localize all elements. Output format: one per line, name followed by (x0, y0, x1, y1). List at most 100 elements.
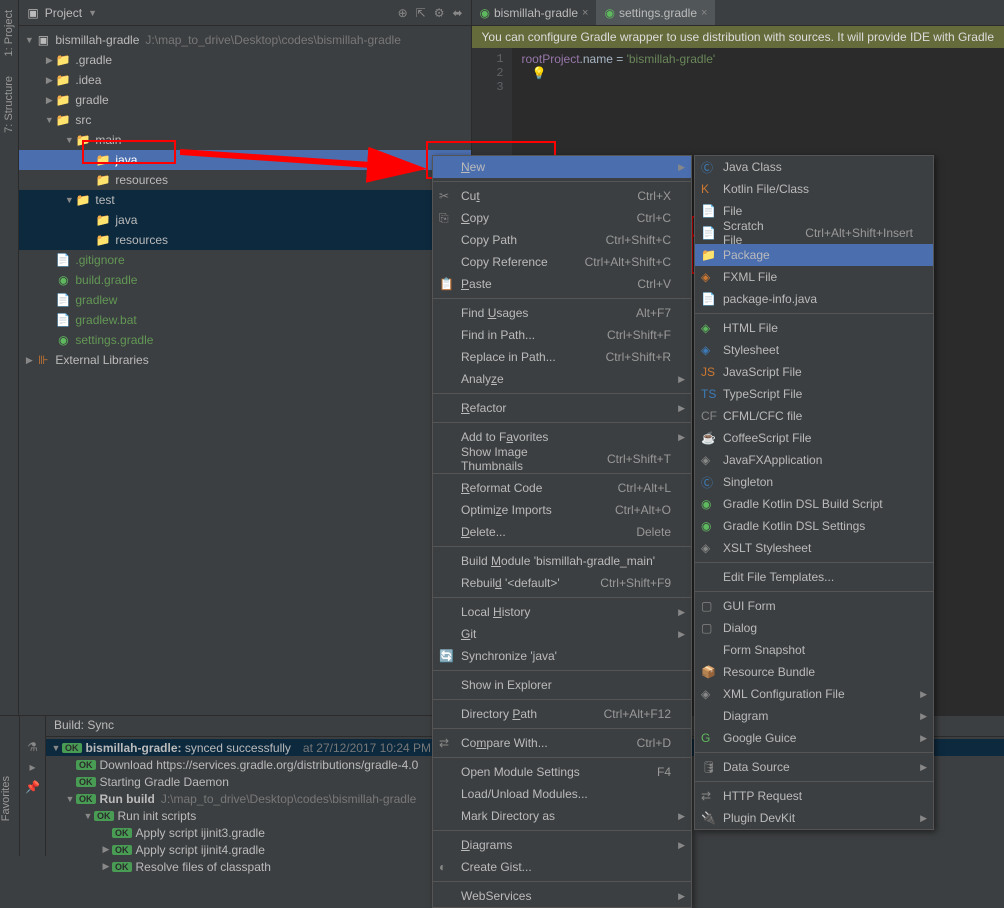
menu-item-scratch[interactable]: 📄Scratch FileCtrl+Alt+Shift+Insert (695, 222, 933, 244)
menu-item-gradle-ksettings[interactable]: ◉Gradle Kotlin DSL Settings (695, 515, 933, 537)
menu-item-replace-in-path[interactable]: Replace in Path...Ctrl+Shift+R (433, 346, 691, 368)
menu-item-ts[interactable]: TSTypeScript File (695, 383, 933, 405)
menu-item-web-services[interactable]: WebServices▶ (433, 885, 691, 907)
menu-item-compare[interactable]: ⇄Compare With...Ctrl+D (433, 732, 691, 754)
menu-item-coffee[interactable]: ☕CoffeeScript File (695, 427, 933, 449)
menu-item-dir-path[interactable]: Directory PathCtrl+Alt+F12 (433, 703, 691, 725)
tree-item-gradlew-bat[interactable]: 📄 gradlew.bat (19, 310, 470, 330)
menu-item-pkginfo[interactable]: 📄package-info.java (695, 288, 933, 310)
menu-item-load-unload[interactable]: Load/Unload Modules... (433, 783, 691, 805)
structure-tool-button[interactable]: 7: Structure (3, 76, 15, 133)
tree-item-gradlew[interactable]: 📄 gradlew (19, 290, 470, 310)
menu-item-html[interactable]: ◈HTML File (695, 317, 933, 339)
singleton-icon: Ⓒ (701, 474, 713, 491)
ok-badge: OK (112, 828, 132, 838)
hide-icon[interactable]: ⬌ (452, 6, 462, 20)
menu-item-optimize[interactable]: Optimize ImportsCtrl+Alt+O (433, 499, 691, 521)
menu-item-data-source[interactable]: 🛢Data Source▶ (695, 756, 933, 778)
menu-item-copy-path[interactable]: Copy PathCtrl+Shift+C (433, 229, 691, 251)
tree-item-test[interactable]: 📁 test (19, 190, 470, 210)
ok-badge: OK (112, 845, 132, 855)
editor-tab-2[interactable]: ◉ settings.gradle × (596, 0, 715, 25)
favorites-tool-button[interactable]: Favorites (0, 776, 12, 821)
menu-item-http-request[interactable]: ⇄HTTP Request (695, 785, 933, 807)
editor-tab-1[interactable]: ◉ bismillah-gradle × (472, 0, 597, 25)
dropdown-icon[interactable]: ▼ (88, 8, 97, 18)
sync-icon: 🔄 (439, 649, 454, 663)
tree-item-build-gradle[interactable]: ◉ build.gradle (19, 270, 470, 290)
menu-item-reformat[interactable]: Reformat CodeCtrl+Alt+L (433, 477, 691, 499)
menu-item-build-module[interactable]: Build Module 'bismillah-gradle_main' (433, 550, 691, 572)
menu-item-diagrams[interactable]: Diagrams▶ (433, 834, 691, 856)
menu-item-show-thumb[interactable]: Show Image ThumbnailsCtrl+Shift+T (433, 448, 691, 470)
menu-item-local-history[interactable]: Local History▶ (433, 601, 691, 623)
menu-item-xml-config[interactable]: ◈XML Configuration File▶ (695, 683, 933, 705)
tree-item-resources[interactable]: 📁 resources (19, 170, 470, 190)
menu-item-dialog[interactable]: ▢Dialog (695, 617, 933, 639)
menu-item-sync[interactable]: 🔄Synchronize 'java' (433, 645, 691, 667)
tree-root[interactable]: ▣ bismillah-gradle J:\map_to_drive\Deskt… (19, 30, 470, 50)
menu-item-git[interactable]: Git▶ (433, 623, 691, 645)
settings-icon[interactable]: ⚙ (434, 6, 445, 20)
bulb-icon[interactable]: 💡 (522, 66, 716, 80)
menu-item-copy-ref[interactable]: Copy ReferenceCtrl+Alt+Shift+C (433, 251, 691, 273)
editor-tabs: ◉ bismillah-gradle × ◉ settings.gradle × (472, 0, 1004, 26)
ts-icon: TS (701, 387, 716, 401)
tree-item-settings-gradle[interactable]: ◉ settings.gradle (19, 330, 470, 350)
tree-item-java-test[interactable]: 📁 java (19, 210, 470, 230)
pin-icon[interactable]: 📌 (25, 780, 40, 794)
menu-item-form-snapshot[interactable]: Form Snapshot (695, 639, 933, 661)
tree-item-gradle-dot[interactable]: 📁 .gradle (19, 50, 470, 70)
close-icon[interactable]: × (582, 7, 588, 19)
tree-item-idea[interactable]: 📁 .idea (19, 70, 470, 90)
menu-item-mark-dir[interactable]: Mark Directory as▶ (433, 805, 691, 827)
tree-item-src[interactable]: 📁 src (19, 110, 470, 130)
menu-item-gui-form[interactable]: ▢GUI Form (695, 595, 933, 617)
tree-item-resources-test[interactable]: 📁 resources (19, 230, 470, 250)
menu-item-copy[interactable]: ⎘CopyCtrl+C (433, 207, 691, 229)
tree-item-gitignore[interactable]: 📄 .gitignore (19, 250, 470, 270)
menu-item-cfml[interactable]: CFCFML/CFC file (695, 405, 933, 427)
menu-item-resource-bundle[interactable]: 📦Resource Bundle (695, 661, 933, 683)
menu-item-diagram[interactable]: Diagram▶ (695, 705, 933, 727)
menu-item-plugin-devkit[interactable]: 🔌Plugin DevKit▶ (695, 807, 933, 829)
menu-item-rebuild[interactable]: Rebuild '<default>'Ctrl+Shift+F9 (433, 572, 691, 594)
menu-item-gradle-kdsl[interactable]: ◉Gradle Kotlin DSL Build Script (695, 493, 933, 515)
menu-item-refactor[interactable]: Refactor▶ (433, 397, 691, 419)
gradle-icon: ◉ (701, 519, 711, 533)
tree-item-java[interactable]: 📁 java (19, 150, 470, 170)
menu-item-cut[interactable]: ✂CutCtrl+X (433, 185, 691, 207)
menu-item-stylesheet[interactable]: ◈Stylesheet (695, 339, 933, 361)
tree-item-main[interactable]: 📁 main (19, 130, 470, 150)
close-icon[interactable]: × (701, 7, 707, 19)
menu-item-find-in-path[interactable]: Find in Path...Ctrl+Shift+F (433, 324, 691, 346)
expand-icon[interactable]: ▸ (29, 760, 35, 774)
menu-item-package[interactable]: 📁Package (695, 244, 933, 266)
javafx-icon: ◈ (701, 453, 710, 467)
menu-item-find-usages[interactable]: Find UsagesAlt+F7 (433, 302, 691, 324)
menu-item-create-gist[interactable]: ◐Create Gist... (433, 856, 691, 878)
menu-item-kotlin[interactable]: KKotlin File/Class (695, 178, 933, 200)
menu-item-paste[interactable]: 📋PasteCtrl+V (433, 273, 691, 295)
menu-item-new[interactable]: New▶ (433, 156, 691, 178)
menu-item-edit-templates[interactable]: Edit File Templates... (695, 566, 933, 588)
menu-item-analyze[interactable]: Analyze▶ (433, 368, 691, 390)
tree-item-ext-libs[interactable]: ⊪ External Libraries (19, 350, 470, 370)
filter-icon[interactable]: ⚗ (27, 740, 38, 754)
menu-item-js[interactable]: JSJavaScript File (695, 361, 933, 383)
tree-item-gradle[interactable]: 📁 gradle (19, 90, 470, 110)
project-tool-button[interactable]: 1: Project (3, 10, 15, 56)
collapse-icon[interactable]: ⇱ (416, 6, 426, 20)
menu-item-singleton[interactable]: ⒸSingleton (695, 471, 933, 493)
menu-item-xslt[interactable]: ◈XSLT Stylesheet (695, 537, 933, 559)
menu-item-show-explorer[interactable]: Show in Explorer (433, 674, 691, 696)
menu-item-guice[interactable]: GGoogle Guice▶ (695, 727, 933, 749)
menu-item-open-module[interactable]: Open Module SettingsF4 (433, 761, 691, 783)
menu-item-javafx[interactable]: ◈JavaFXApplication (695, 449, 933, 471)
menu-item-fxml[interactable]: ◈FXML File (695, 266, 933, 288)
panel-title: Project (45, 6, 82, 20)
scratch-icon: 📄 (701, 226, 716, 240)
locate-icon[interactable]: ⊕ (398, 6, 408, 20)
menu-item-delete[interactable]: Delete...Delete (433, 521, 691, 543)
menu-item-java-class[interactable]: ⒸJava Class (695, 156, 933, 178)
